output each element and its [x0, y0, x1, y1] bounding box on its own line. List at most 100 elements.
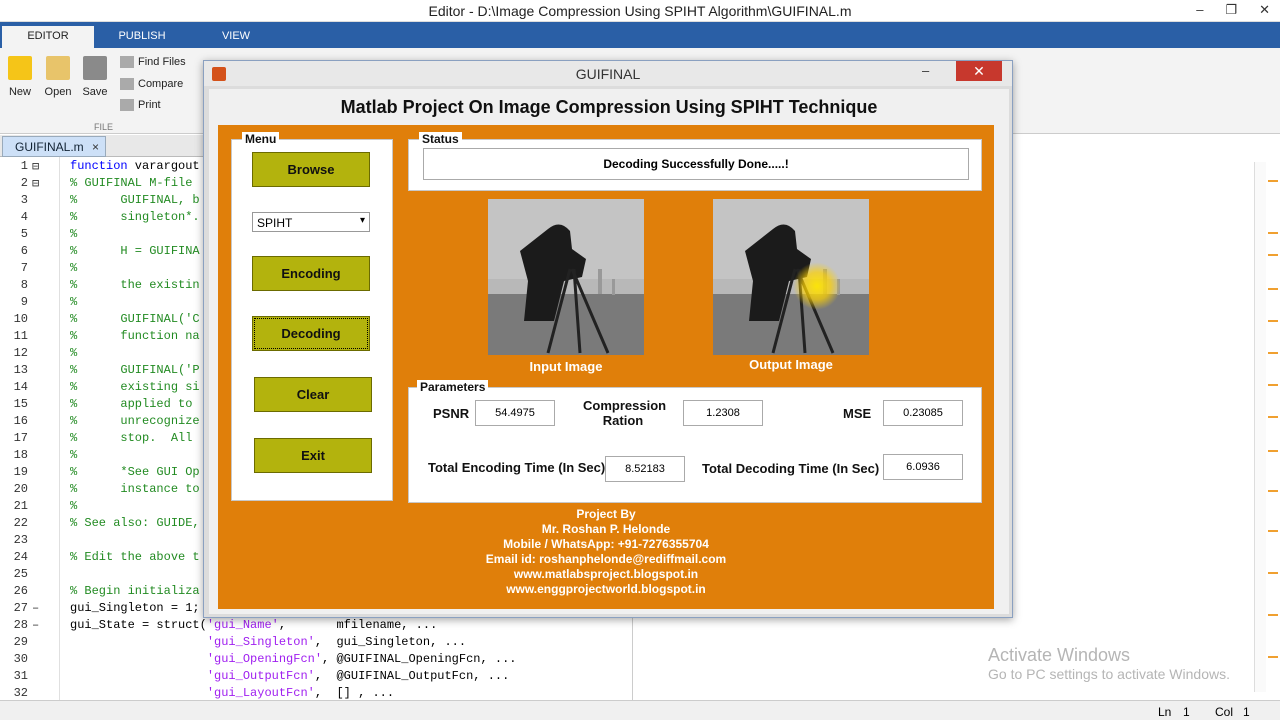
code-line[interactable]: 28– gui_State = struct('gui_Name', mfilen…: [0, 618, 632, 635]
code-text: 'gui_LayoutFcn', [] , ...: [70, 686, 394, 700]
code-token: % Begin initializa: [70, 584, 200, 598]
code-token: % singleton*.: [70, 210, 200, 224]
new-button[interactable]: New: [0, 54, 40, 98]
code-text: % GUIFINAL M-file: [70, 176, 192, 190]
clear-button[interactable]: Clear: [254, 377, 372, 412]
line-marker[interactable]: ⊟: [32, 176, 39, 191]
code-token: % GUIFINAL, b: [70, 193, 200, 207]
print-button[interactable]: Print: [120, 99, 161, 112]
compare-button[interactable]: Compare: [120, 78, 183, 91]
line-number: 5: [20, 227, 28, 241]
line-number: 9: [20, 295, 28, 309]
code-token: % unrecognize: [70, 414, 200, 428]
code-token: % stop. All: [70, 431, 193, 445]
code-token: , @GUIFINAL_OutputFcn, ...: [314, 669, 510, 683]
line-number: 28: [13, 618, 28, 632]
credits: Project By Mr. Roshan P. Helonde Mobile …: [218, 507, 994, 597]
code-line[interactable]: 29 'gui_Singleton', gui_Singleton, ...: [0, 635, 632, 652]
cameraman-output-image: [713, 199, 869, 355]
credit-line: Email id: roshanphelonde@rediffmail.com: [485, 552, 727, 566]
credit-line: Mobile / WhatsApp: +91-7276355704: [503, 537, 709, 551]
mouse-cursor-highlight: [793, 262, 841, 310]
close-tab-icon[interactable]: ×: [92, 140, 99, 154]
encoding-time-label: Total Encoding Time (In Sec): [428, 460, 606, 475]
decoding-button[interactable]: Decoding: [252, 316, 370, 351]
code-line[interactable]: 30 'gui_OpeningFcn', @GUIFINAL_OpeningFc…: [0, 652, 632, 669]
code-token: 'gui_OpeningFcn': [206, 652, 323, 666]
credit-line: www.enggprojectworld.blogspot.in: [506, 582, 706, 596]
line-number: 11: [13, 329, 28, 343]
col-number: 1: [1243, 705, 1250, 719]
gui-title: GUIFINAL: [575, 66, 641, 82]
line-number: 1: [20, 159, 28, 173]
code-text: %: [70, 227, 77, 241]
line-number: 29: [13, 635, 28, 649]
line-number: 15: [13, 397, 28, 411]
code-text: %: [70, 448, 77, 462]
open-button[interactable]: Open: [38, 54, 78, 98]
code-token: %: [70, 448, 78, 462]
code-text: %: [70, 499, 77, 513]
line-marker[interactable]: ⊟: [32, 159, 39, 174]
line-number: 22: [13, 516, 28, 530]
browse-button[interactable]: Browse: [252, 152, 370, 187]
code-line[interactable]: 31 'gui_OutputFcn', @GUIFINAL_OutputFcn,…: [0, 669, 632, 686]
mse-value: 0.23085: [883, 400, 963, 426]
code-token: 'gui_LayoutFcn': [206, 686, 315, 700]
find-files-button[interactable]: Find Files: [120, 56, 186, 69]
ribbon-tabs: EDITOR PUBLISH VIEW ?: [0, 22, 1280, 65]
close-icon[interactable]: ✕: [1259, 2, 1270, 18]
code-text: % Begin initializa: [70, 584, 200, 598]
doc-tab-guifinal[interactable]: GUIFINAL.m ×: [2, 136, 106, 157]
line-number: 8: [20, 278, 28, 292]
gui-minimize-icon[interactable]: –: [922, 63, 929, 78]
code-text: % stop. All: [70, 431, 192, 445]
code-token: %: [70, 499, 78, 513]
col-label: Col: [1215, 705, 1234, 719]
code-token: % applied to: [70, 397, 193, 411]
line-number: 32: [13, 686, 28, 700]
line-number: 14: [13, 380, 28, 394]
psnr-label: PSNR: [433, 406, 470, 421]
mse-label: MSE: [843, 406, 872, 421]
encoding-button[interactable]: Encoding: [252, 256, 370, 291]
code-token: 'gui_OutputFcn': [206, 669, 315, 683]
psnr-value: 54.4975: [475, 400, 555, 426]
line-marker[interactable]: –: [32, 618, 39, 632]
line-number: 18: [13, 448, 28, 462]
input-image: [488, 199, 644, 355]
code-token: function: [70, 159, 128, 173]
code-text: % GUIFINAL, b: [70, 193, 200, 207]
code-token: % the existin: [70, 278, 200, 292]
line-number: 26: [13, 584, 28, 598]
code-text: % See also: GUIDE,: [70, 516, 200, 530]
minimize-icon[interactable]: –: [1196, 2, 1203, 18]
line-number: 24: [13, 550, 28, 564]
menu-panel: Menu Browse SPIHT ▾ Encoding Decoding Cle…: [231, 132, 393, 501]
code-token: , gui_Singleton, ...: [314, 635, 467, 649]
new-icon: [8, 56, 32, 80]
line-number: 16: [13, 414, 28, 428]
line-marker[interactable]: –: [32, 601, 39, 615]
code-text: % existing si: [70, 380, 200, 394]
exit-button[interactable]: Exit: [254, 438, 372, 473]
code-token: gui_Singleton = 1;: [70, 601, 200, 615]
gui-body: Matlab Project On Image Compression Usin…: [209, 89, 1009, 614]
file-group-label: FILE: [94, 122, 114, 132]
code-token: % instance to: [70, 482, 200, 496]
editor-scrollbar[interactable]: [1254, 162, 1266, 692]
code-token: , mfilename, ...: [278, 618, 438, 632]
maximize-icon[interactable]: ❐: [1225, 2, 1237, 18]
code-text: % *See GUI Op: [70, 465, 200, 479]
parameters-panel: Parameters PSNR 54.4975 Compression Ratio…: [408, 380, 982, 503]
tab-editor[interactable]: EDITOR: [2, 26, 94, 48]
main-panel: Menu Browse SPIHT ▾ Encoding Decoding Cle…: [218, 125, 994, 609]
method-select[interactable]: SPIHT ▾: [252, 212, 370, 232]
gui-close-button[interactable]: ✕: [956, 61, 1002, 81]
tab-view[interactable]: VIEW: [190, 26, 282, 48]
save-button[interactable]: Save: [75, 54, 115, 98]
tab-publish[interactable]: PUBLISH: [96, 26, 188, 48]
